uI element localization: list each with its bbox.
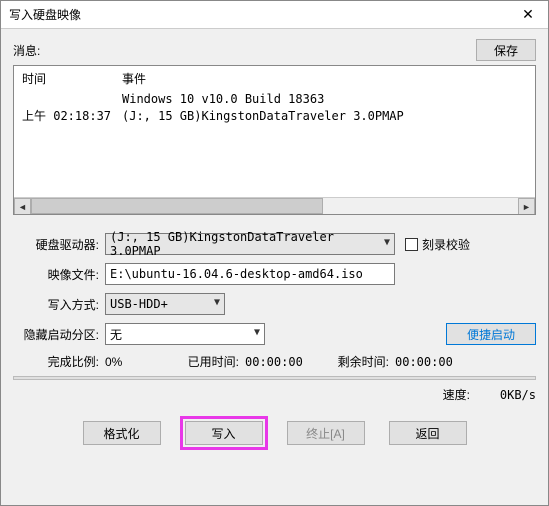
log-event: Windows 10 v10.0 Build 18363	[122, 91, 527, 108]
image-file-input[interactable]: E:\ubuntu-16.04.6-desktop-amd64.iso	[105, 263, 395, 285]
write-mode-label: 写入方式:	[13, 296, 105, 313]
message-label: 消息:	[13, 42, 476, 59]
speed-value: 0KB/s	[476, 388, 536, 402]
log-time	[22, 91, 122, 108]
write-mode-select[interactable]: USB-HDD+ ▼	[105, 293, 225, 315]
save-button[interactable]: 保存	[476, 39, 536, 61]
log-list[interactable]: 时间 事件 Windows 10 v10.0 Build 18363 上午 02…	[13, 65, 536, 215]
scroll-left-icon[interactable]: ◄	[14, 198, 31, 215]
complete-label: 完成比例:	[13, 353, 105, 370]
hidden-boot-value: 无	[110, 326, 122, 343]
chevron-down-icon: ▼	[214, 297, 220, 308]
log-time: 上午 02:18:37	[22, 108, 122, 125]
image-label: 映像文件:	[13, 266, 105, 283]
abort-button: 终止[A]	[287, 421, 365, 445]
verify-checkbox[interactable]: 刻录校验	[405, 236, 470, 253]
scroll-thumb[interactable]	[31, 198, 323, 214]
titlebar: 写入硬盘映像 ✕	[1, 1, 548, 29]
log-header-event: 事件	[122, 70, 527, 87]
remain-value: 00:00:00	[395, 355, 453, 369]
log-event: (J:, 15 GB)KingstonDataTraveler 3.0PMAP	[122, 108, 527, 125]
complete-value: 0%	[105, 355, 175, 369]
progress-bar	[13, 376, 536, 380]
drive-select[interactable]: (J:, 15 GB)KingstonDataTraveler 3.0PMAP …	[105, 233, 395, 255]
checkbox-box-icon	[405, 238, 418, 251]
scroll-right-icon[interactable]: ►	[518, 198, 535, 215]
remain-label: 剩余时间:	[325, 353, 395, 370]
hidden-boot-select[interactable]: 无 ▼	[105, 323, 265, 345]
horizontal-scrollbar[interactable]: ◄ ►	[14, 197, 535, 214]
format-button[interactable]: 格式化	[83, 421, 161, 445]
drive-label: 硬盘驱动器:	[13, 236, 105, 253]
window-title: 写入硬盘映像	[9, 6, 508, 23]
speed-label: 速度:	[443, 386, 476, 403]
log-row: Windows 10 v10.0 Build 18363	[22, 91, 527, 108]
convenient-boot-button[interactable]: 便捷启动	[446, 323, 536, 345]
elapsed-value: 00:00:00	[245, 355, 325, 369]
log-header-time: 时间	[22, 70, 122, 87]
hidden-boot-label: 隐藏启动分区:	[13, 326, 105, 343]
chevron-down-icon: ▼	[384, 237, 390, 248]
write-button[interactable]: 写入	[185, 421, 263, 445]
dialog-window: 写入硬盘映像 ✕ 消息: 保存 时间 事件 Windows 10 v10.0 B…	[0, 0, 549, 506]
verify-label: 刻录校验	[422, 236, 470, 253]
image-file-value: E:\ubuntu-16.04.6-desktop-amd64.iso	[110, 267, 363, 281]
elapsed-label: 已用时间:	[175, 353, 245, 370]
scroll-track[interactable]	[31, 198, 518, 214]
close-icon[interactable]: ✕	[508, 1, 548, 29]
chevron-down-icon: ▼	[254, 327, 260, 338]
write-mode-value: USB-HDD+	[110, 297, 168, 311]
log-row: 上午 02:18:37 (J:, 15 GB)KingstonDataTrave…	[22, 108, 527, 125]
client-area: 消息: 保存 时间 事件 Windows 10 v10.0 Build 1836…	[1, 29, 548, 505]
drive-value: (J:, 15 GB)KingstonDataTraveler 3.0PMAP	[110, 230, 390, 258]
back-button[interactable]: 返回	[389, 421, 467, 445]
